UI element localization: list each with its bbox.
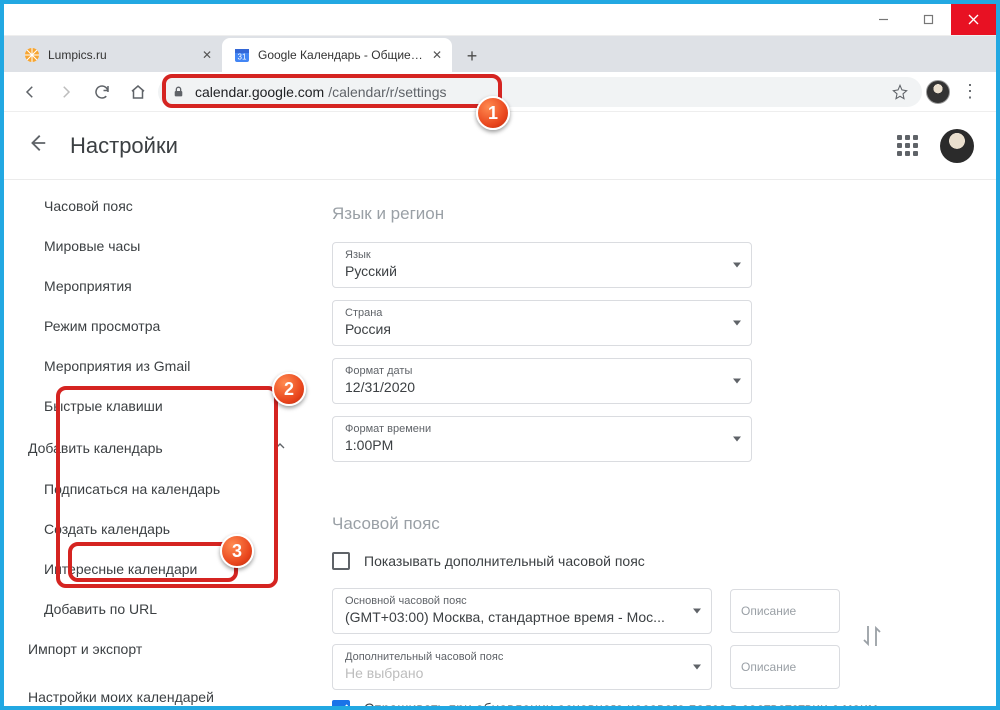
tab-title: Google Календарь - Общие нас (258, 48, 424, 62)
settings-main: Язык и регион Язык Русский Страна Россия… (304, 180, 996, 706)
sidebar-item-gmail-events[interactable]: Мероприятия из Gmail (4, 346, 304, 386)
dropdown-caret-icon (733, 437, 741, 442)
tab-title: Lumpics.ru (48, 48, 194, 62)
window-titlebar (4, 4, 996, 36)
nav-back-button[interactable] (14, 76, 46, 108)
nav-forward-button[interactable] (50, 76, 82, 108)
sidebar-item-view-options[interactable]: Режим просмотра (4, 306, 304, 346)
window-maximize-button[interactable] (906, 4, 951, 35)
tab-lumpics[interactable]: Lumpics.ru ✕ (12, 38, 222, 72)
sidebar-item-browse-calendars[interactable]: Интересные календари (4, 549, 304, 589)
sidebar-add-calendar-label: Добавить календарь (28, 440, 163, 456)
dropdown-caret-icon (733, 263, 741, 268)
show-secondary-tz-checkbox-row[interactable]: Показывать дополнительный часовой пояс (332, 552, 968, 570)
dropdown-caret-icon (733, 321, 741, 326)
sidebar-item-world-clock[interactable]: Мировые часы (4, 226, 304, 266)
browser-menu-button[interactable]: ⋮ (954, 81, 986, 102)
sidebar-item-shortcuts[interactable]: Быстрые клавиши (4, 386, 304, 426)
new-tab-button[interactable]: + (458, 42, 486, 70)
secondary-timezone-select[interactable]: Дополнительный часовой пояс Не выбрано (332, 644, 712, 690)
window-close-button[interactable] (951, 4, 996, 35)
dropdown-caret-icon (693, 609, 701, 614)
browser-tabstrip: Lumpics.ru ✕ 31 Google Календарь - Общие… (4, 36, 996, 72)
language-select[interactable]: Язык Русский (332, 242, 752, 288)
tab-close-icon[interactable]: ✕ (432, 48, 442, 62)
dropdown-caret-icon (733, 379, 741, 384)
account-avatar-button[interactable] (940, 129, 974, 163)
primary-timezone-select[interactable]: Основной часовой пояс (GMT+03:00) Москва… (332, 588, 712, 634)
window-minimize-button[interactable] (861, 4, 906, 35)
sidebar-item-create-calendar[interactable]: Создать календарь (4, 509, 304, 549)
bookmark-star-icon[interactable] (892, 84, 908, 100)
url-host: calendar.google.com (195, 84, 324, 100)
google-apps-button[interactable] (897, 135, 918, 156)
lumpics-favicon-icon (24, 47, 40, 63)
annotation-number-2: 2 (272, 372, 306, 406)
sidebar-item-events[interactable]: Мероприятия (4, 266, 304, 306)
settings-sidebar: Часовой пояс Мировые часы Мероприятия Ре… (4, 180, 304, 706)
back-button[interactable] (26, 132, 48, 159)
sidebar-item-timezone[interactable]: Часовой пояс (4, 186, 304, 226)
calendar-favicon-icon: 31 (234, 47, 250, 63)
country-select[interactable]: Страна Россия (332, 300, 752, 346)
lock-icon (172, 85, 185, 98)
tab-google-calendar[interactable]: 31 Google Календарь - Общие нас ✕ (222, 38, 452, 72)
tab-close-icon[interactable]: ✕ (202, 48, 212, 62)
annotation-number-1: 1 (476, 96, 510, 130)
secondary-tz-description-input[interactable]: Описание (730, 645, 840, 689)
section-title-lang-region: Язык и регион (332, 204, 968, 224)
chevron-up-icon (272, 438, 288, 457)
sidebar-item-add-by-url[interactable]: Добавить по URL (4, 589, 304, 629)
nav-home-button[interactable] (122, 76, 154, 108)
primary-tz-description-input[interactable]: Описание (730, 589, 840, 633)
swap-timezones-button[interactable] (862, 622, 882, 655)
date-format-select[interactable]: Формат даты 12/31/2020 (332, 358, 752, 404)
nav-reload-button[interactable] (86, 76, 118, 108)
annotation-number-3: 3 (220, 534, 254, 568)
dropdown-caret-icon (693, 665, 701, 670)
ask-tz-update-checkbox-row[interactable]: Спрашивать при обновлении основного часо… (332, 700, 892, 706)
profile-avatar-button[interactable] (926, 80, 950, 104)
sidebar-my-calendars-header: Настройки моих календарей (4, 669, 304, 706)
svg-text:31: 31 (238, 53, 247, 62)
checkbox-checked-icon (332, 700, 350, 706)
sidebar-item-subscribe-calendar[interactable]: Подписаться на календарь (4, 469, 304, 509)
sidebar-add-calendar-toggle[interactable]: Добавить календарь (4, 426, 304, 469)
url-path: /calendar/r/settings (328, 84, 446, 100)
section-title-timezone: Часовой пояс (332, 514, 968, 534)
checkbox-unchecked-icon (332, 552, 350, 570)
sidebar-import-export[interactable]: Импорт и экспорт (4, 629, 304, 669)
address-bar[interactable]: calendar.google.com/calendar/r/settings (158, 77, 922, 107)
time-format-select[interactable]: Формат времени 1:00PM (332, 416, 752, 462)
page-title: Настройки (70, 133, 178, 159)
